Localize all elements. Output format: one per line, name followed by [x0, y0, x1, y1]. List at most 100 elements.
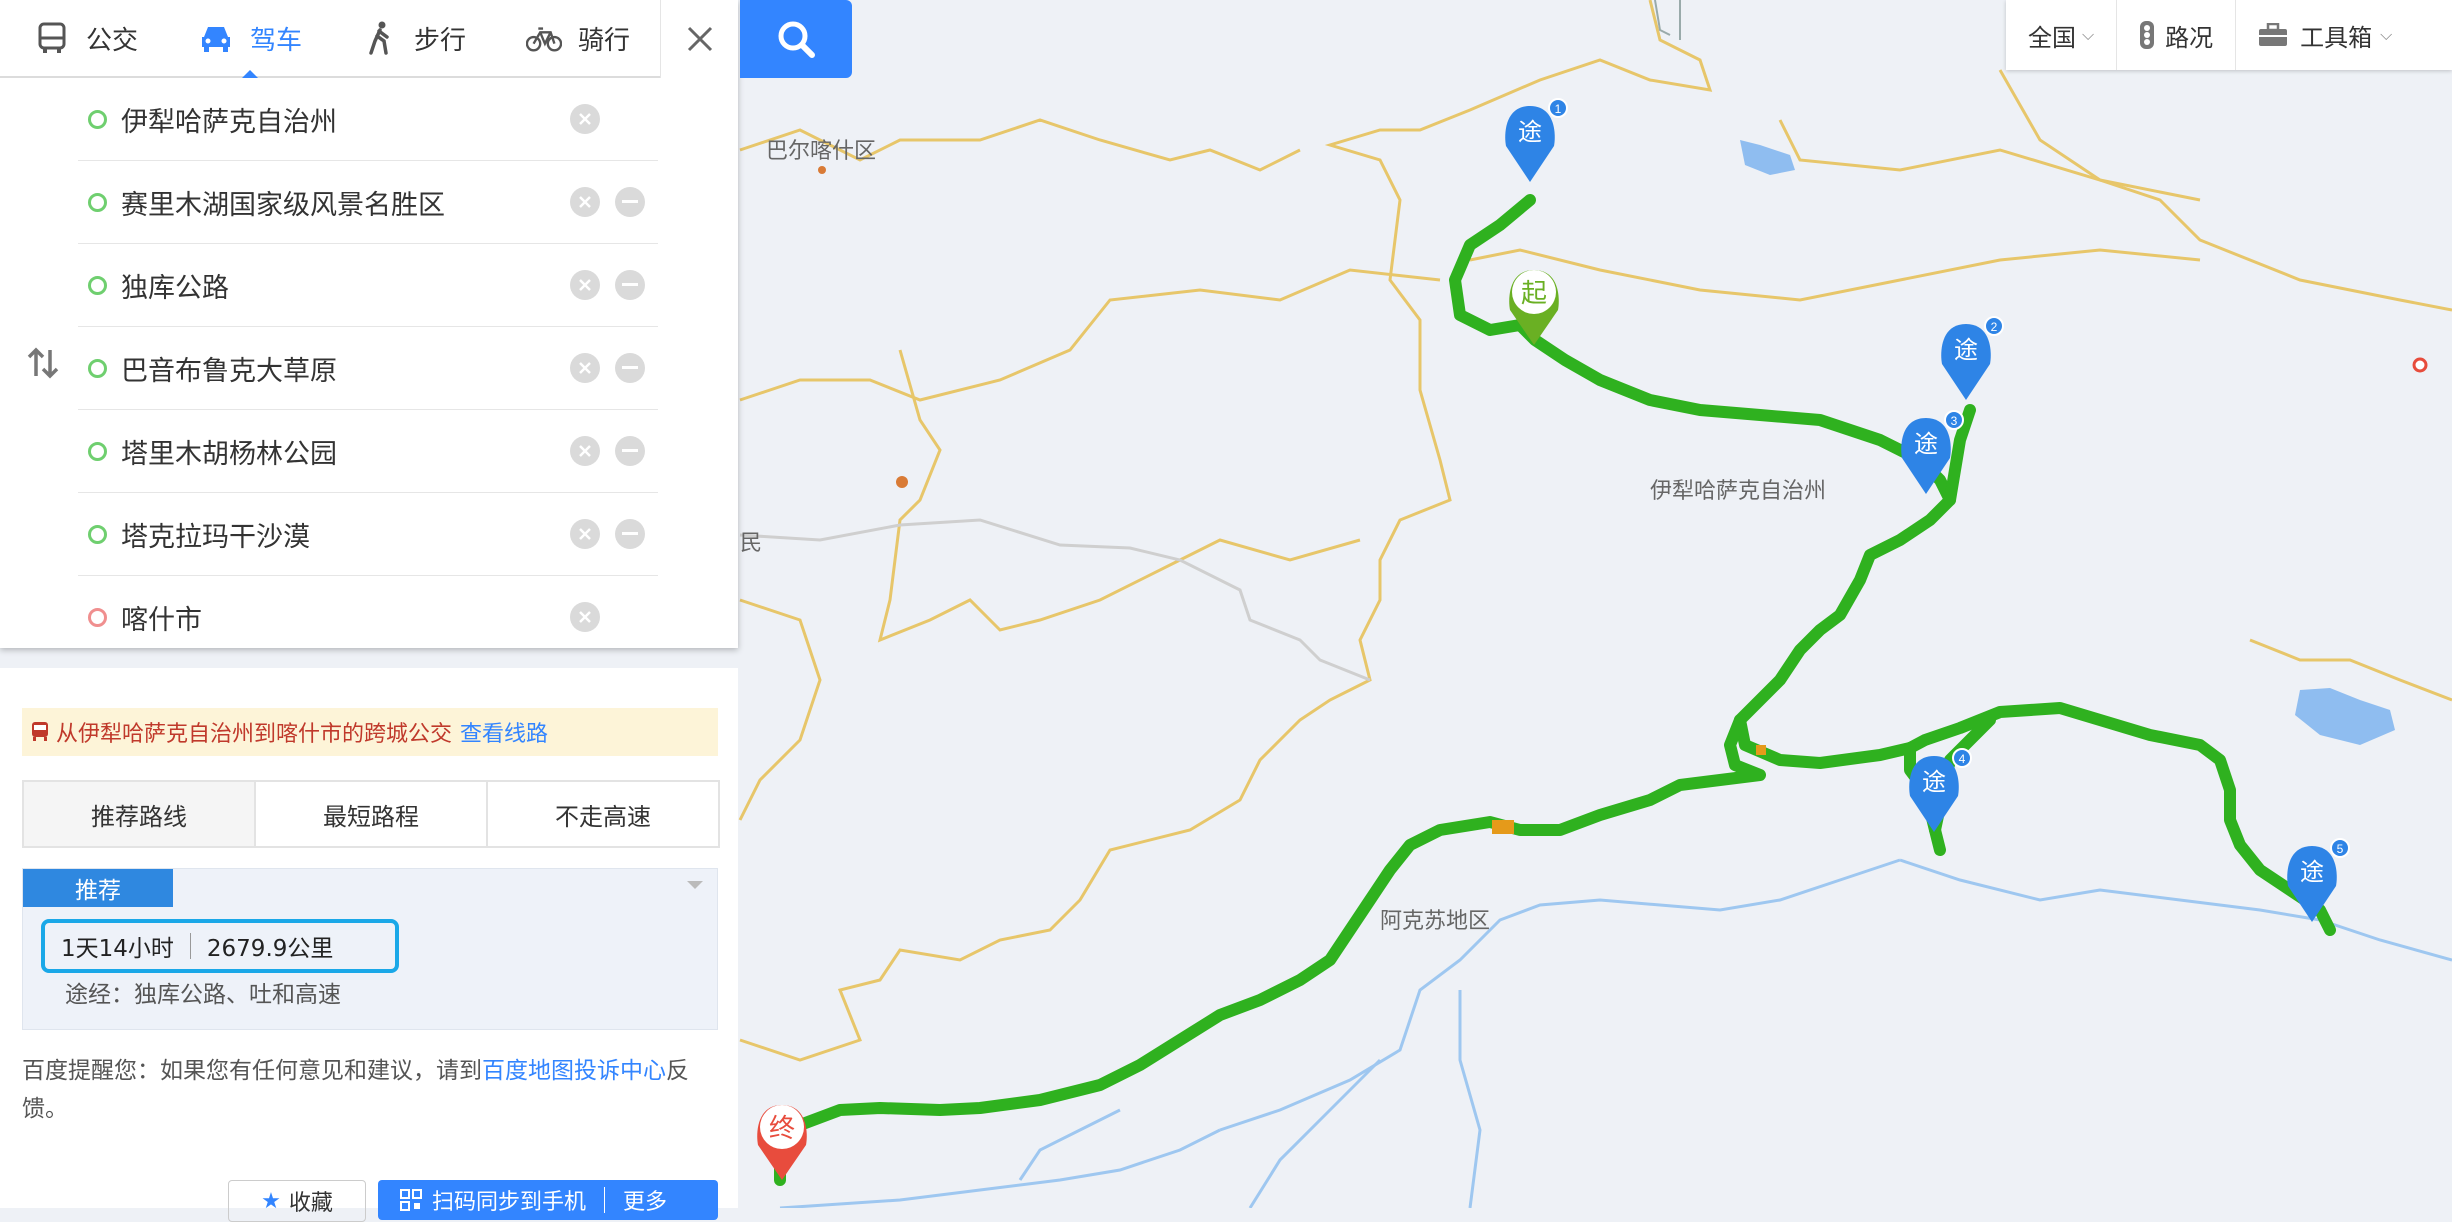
via-marker-label: 途 [2300, 859, 2324, 886]
waypoint-name[interactable]: 伊犁哈萨克自治州 [121, 100, 337, 139]
waypoint-row[interactable]: 伊犁哈萨克自治州 [78, 78, 658, 161]
remove-waypoint-icon[interactable] [615, 436, 645, 466]
via-number: 5 [2337, 842, 2344, 856]
bus-notice-icon [30, 721, 50, 743]
more-label[interactable]: 更多 [623, 1184, 667, 1216]
traffic-segment [1756, 745, 1766, 755]
remove-waypoint-icon[interactable] [615, 270, 645, 300]
waypoint-name[interactable]: 巴音布鲁克大草原 [121, 349, 337, 388]
favorite-button[interactable]: ★ 收藏 [228, 1180, 366, 1222]
via-marker-label: 途 [1518, 119, 1542, 146]
route-via: 途经：独库公路、吐和高速 [65, 982, 341, 1008]
chevron-down-icon: ⌵ [2082, 25, 2095, 44]
waypoint-dot-icon [88, 358, 107, 378]
waypoint-row[interactable]: 赛里木湖国家级风景名胜区 [78, 161, 658, 244]
search-button[interactable] [740, 0, 852, 78]
via-number: 3 [1951, 414, 1958, 428]
route-results: 从伊犁哈萨克自治州到喀什市的跨城公交 查看线路 推荐路线 最短路程 不走高速 推… [0, 668, 738, 1222]
car-icon [198, 20, 234, 56]
transport-mode-tabs: 公交 驾车 步行 骑行 [0, 0, 660, 78]
close-button[interactable] [660, 0, 739, 78]
waypoint-dot-icon [88, 192, 107, 212]
waypoint-dot-icon [88, 275, 107, 295]
tab-bus[interactable]: 公交 [34, 0, 138, 76]
map-toolbar: 全国 ⌵ 路况 工具箱 ⌵ [2006, 0, 2452, 70]
clear-icon[interactable] [570, 519, 600, 549]
via-number: 4 [1959, 752, 1966, 766]
waypoint-list: 伊犁哈萨克自治州赛里木湖国家级风景名胜区 独库公路巴音布鲁克大草原 塔里木胡杨林公园… [78, 78, 658, 658]
map-label-yili: 伊犁哈萨克自治州 [1650, 478, 1826, 503]
feedback-notice: 百度提醒您：如果您有任何意见和建议，请到百度地图投诉中心反馈。 [22, 1052, 722, 1128]
map-label-min: 民 [740, 530, 762, 555]
send-to-phone-label: 扫码同步到手机 [432, 1190, 587, 1215]
waypoint-name[interactable]: 赛里木湖国家级风景名胜区 [121, 183, 445, 222]
route-card[interactable]: 推荐 1天14小时 2679.9公里 途经：独库公路、吐和高速 [22, 868, 718, 1030]
tab-no-highway[interactable]: 不走高速 [488, 782, 718, 846]
tab-bike-label: 骑行 [578, 25, 631, 56]
clear-icon[interactable] [570, 187, 600, 217]
clear-icon[interactable] [570, 353, 600, 383]
tab-bike[interactable]: 骑行 [526, 0, 630, 76]
expand-chevron-icon[interactable] [687, 881, 703, 897]
via-marker-label: 途 [1954, 337, 1978, 364]
send-to-phone-button[interactable]: 扫码同步到手机 更多 [378, 1180, 718, 1220]
poi-dot [818, 166, 826, 174]
waypoint-name[interactable]: 独库公路 [121, 266, 229, 305]
waypoint-name[interactable]: 塔克拉玛干沙漠 [121, 515, 310, 554]
route-summary: 1天14小时 2679.9公里 [41, 919, 399, 973]
region-label: 全国 [2028, 23, 2076, 52]
region-selector[interactable]: 全国 ⌵ [2006, 0, 2116, 70]
map-label-baer: 巴尔喀什区 [766, 138, 876, 163]
traffic-label: 路况 [2165, 23, 2214, 52]
bus-icon [34, 20, 70, 56]
via-marker-label: 途 [1914, 431, 1938, 458]
clear-icon[interactable] [570, 270, 600, 300]
tab-shortest[interactable]: 最短路程 [256, 782, 488, 846]
clear-icon[interactable] [570, 104, 600, 134]
tab-walk[interactable]: 步行 [362, 0, 466, 76]
divider [604, 1187, 606, 1213]
end-point-icon [88, 607, 107, 627]
close-icon [687, 26, 713, 52]
remove-waypoint-icon[interactable] [615, 353, 645, 383]
tab-bus-label: 公交 [86, 25, 139, 56]
waypoint-dot-icon [88, 524, 107, 544]
search-icon [778, 21, 815, 58]
walk-icon [362, 20, 398, 56]
tab-car-label: 驾车 [250, 25, 303, 56]
recommended-badge: 推荐 [23, 869, 173, 907]
end-marker-label: 终 [769, 1113, 795, 1143]
toolbox-label: 工具箱 [2300, 23, 2373, 52]
remove-waypoint-icon[interactable] [615, 187, 645, 217]
clear-icon[interactable] [570, 436, 600, 466]
poi-dot [896, 476, 908, 488]
via-number: 1 [1555, 102, 1562, 116]
star-icon: ★ [261, 1188, 281, 1214]
route-duration: 1天14小时 [61, 936, 174, 962]
waypoint-row[interactable]: 巴音布鲁克大草原 [78, 327, 658, 410]
toolbox-button[interactable]: 工具箱 ⌵ [2235, 0, 2414, 70]
tab-recommended[interactable]: 推荐路线 [24, 782, 256, 846]
poi-dot [2412, 357, 2428, 373]
swap-button[interactable] [26, 346, 60, 380]
complaint-center-link[interactable]: 百度地图投诉中心 [482, 1058, 666, 1084]
remove-waypoint-icon[interactable] [615, 519, 645, 549]
view-bus-route-link[interactable]: 查看线路 [460, 716, 548, 748]
route-preference-tabs: 推荐路线 最短路程 不走高速 [22, 780, 720, 848]
start-marker-label: 起 [1521, 278, 1547, 308]
clear-icon[interactable] [570, 602, 600, 632]
traffic-segment [1492, 820, 1514, 834]
waypoint-row[interactable]: 塔里木胡杨林公园 [78, 410, 658, 493]
waypoint-name[interactable]: 喀什市 [121, 598, 202, 637]
waypoint-row[interactable]: 喀什市 [78, 576, 658, 658]
waypoint-dot-icon [88, 109, 107, 129]
traffic-light-icon [2139, 20, 2155, 50]
waypoint-row[interactable]: 塔克拉玛干沙漠 [78, 493, 658, 576]
waypoint-row[interactable]: 独库公路 [78, 244, 658, 327]
route-panel: 公交 驾车 步行 骑行 伊犁哈萨克自治州赛里木湖国家级风景名胜区 独库公路巴音布鲁… [0, 0, 738, 648]
tab-car[interactable]: 驾车 [198, 0, 303, 78]
favorite-label: 收藏 [288, 1191, 333, 1216]
bus-notice-text: 从伊犁哈萨克自治州到喀什市的跨城公交 [56, 722, 453, 747]
waypoint-name[interactable]: 塔里木胡杨林公园 [121, 432, 337, 471]
traffic-toggle[interactable]: 路况 [2116, 0, 2235, 70]
